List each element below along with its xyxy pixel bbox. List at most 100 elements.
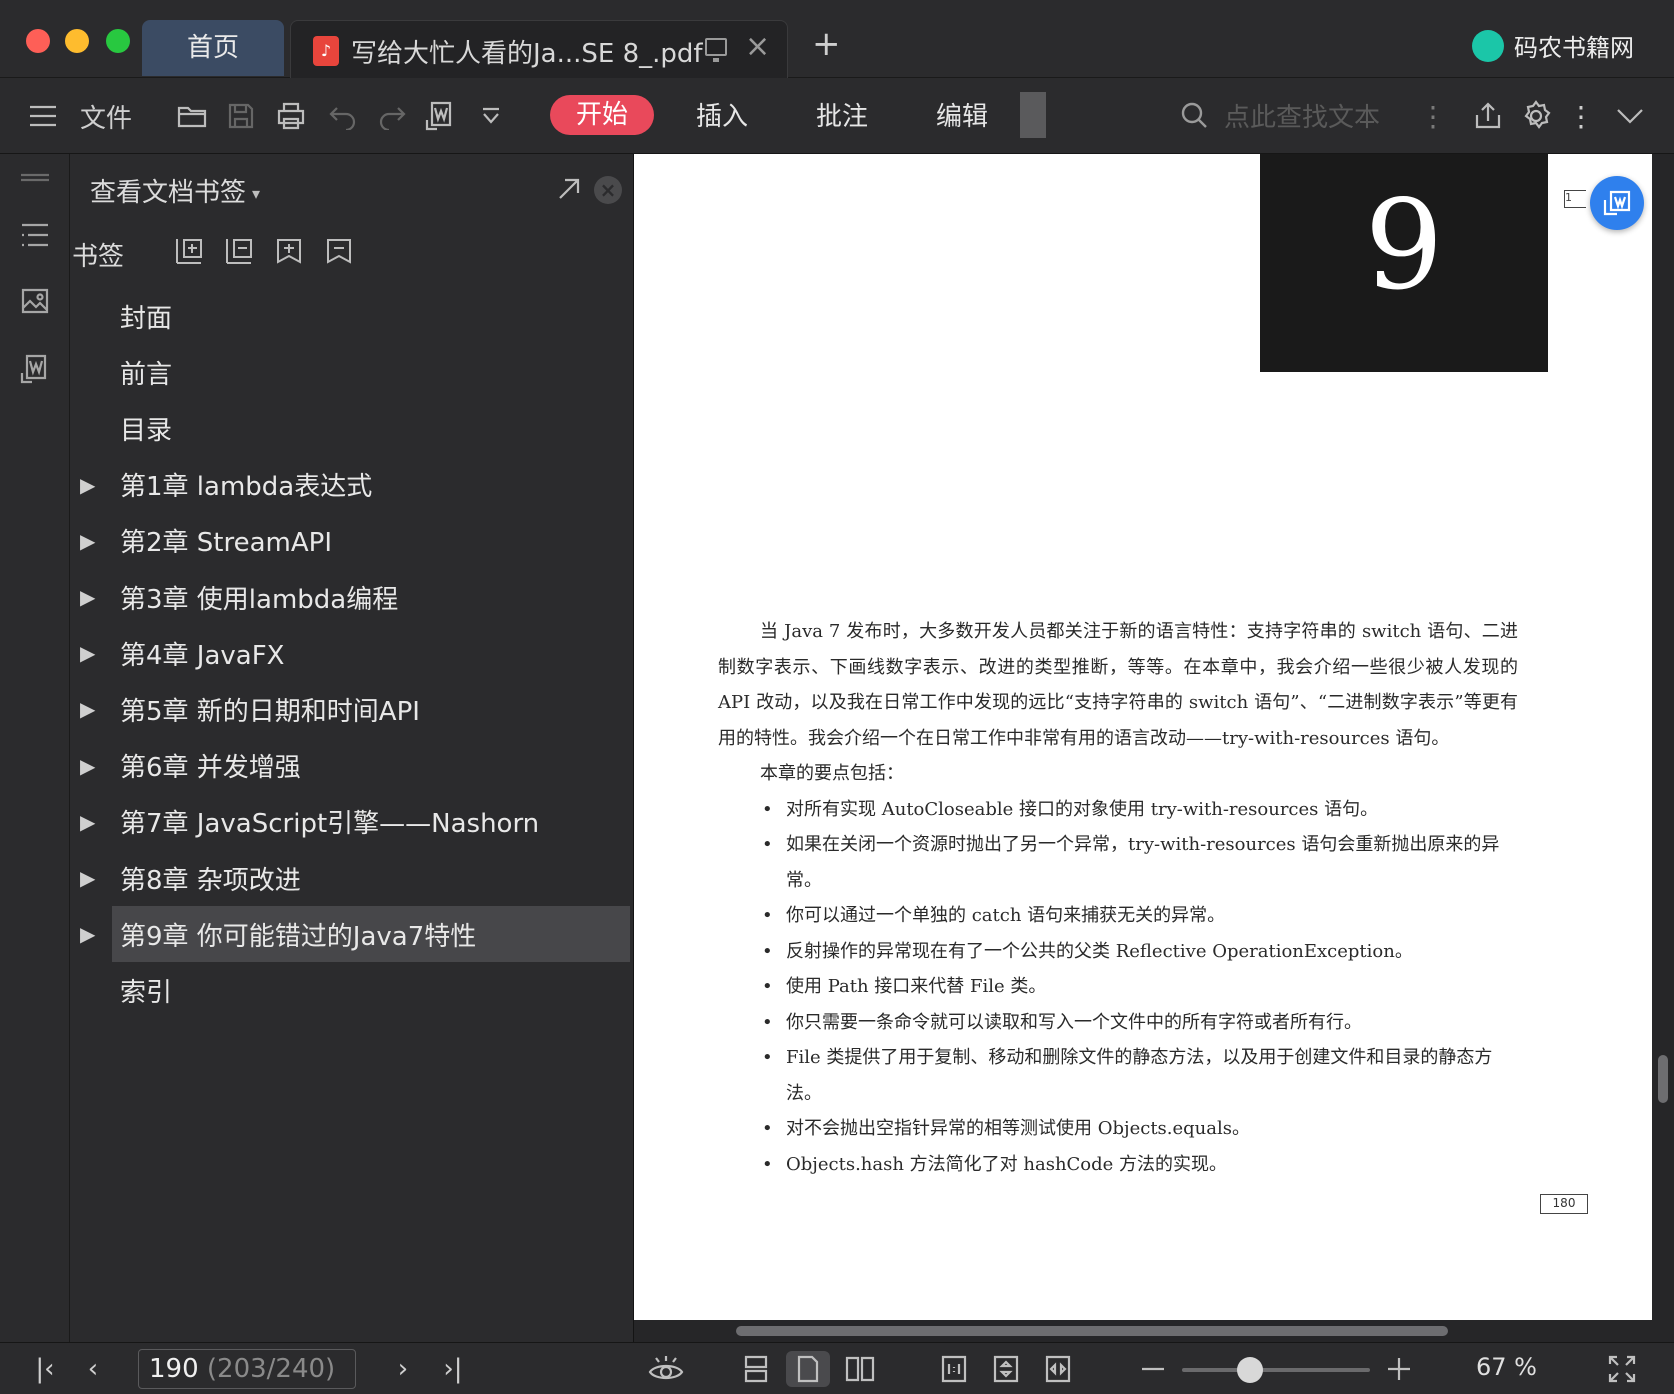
expand-arrow-icon[interactable]: ▶ <box>80 866 95 890</box>
single-page-view-icon[interactable] <box>786 1351 830 1387</box>
tab-start[interactable]: 开始 <box>550 95 654 135</box>
zoom-slider-track[interactable] <box>1182 1368 1370 1372</box>
bookmark-item[interactable]: 封面 <box>112 288 630 344</box>
horizontal-scrollbar[interactable] <box>634 1320 1652 1342</box>
expand-arrow-icon[interactable]: ▶ <box>80 473 95 497</box>
document-tab-title: 写给大忙人看的Ja...SE 8_.pdf <box>351 39 703 69</box>
more-options-icon[interactable]: ⋮ <box>1566 94 1596 138</box>
bookmark-item[interactable]: 前言 <box>112 344 630 400</box>
bookmark-item-label: 第7章 JavaScript引擎——Nashorn <box>120 809 540 840</box>
add-bookmark-icon[interactable] <box>274 236 306 268</box>
zoom-out-icon[interactable] <box>1138 1351 1168 1387</box>
search-input[interactable]: 点此查找文本 <box>1180 92 1440 138</box>
first-page-button[interactable]: |‹ <box>30 1351 60 1387</box>
floating-convert-button[interactable] <box>1590 176 1644 230</box>
bookmark-item-label: 目录 <box>120 415 173 446</box>
file-menu[interactable]: 文件 <box>78 94 134 138</box>
expand-arrow-icon[interactable]: ▶ <box>80 810 95 834</box>
title-bar: 首页 ♪ 写给大忙人看的Ja...SE 8_.pdf × + 码农书籍网 <box>0 0 1674 78</box>
pdf-to-word-icon[interactable] <box>422 94 458 138</box>
ribbon-overflow-tab[interactable] <box>1020 92 1046 138</box>
zoom-level[interactable]: 67 % <box>1476 1353 1537 1381</box>
next-page-button[interactable]: › <box>388 1351 418 1387</box>
pop-out-arrow-icon[interactable] <box>554 174 584 204</box>
page-number-input[interactable]: 190 (203/240) <box>138 1349 356 1389</box>
pdf-to-word-rail-icon[interactable] <box>16 350 54 388</box>
hamburger-menu-icon[interactable] <box>26 94 60 138</box>
expand-all-icon[interactable] <box>174 236 206 268</box>
open-folder-icon[interactable] <box>174 94 210 138</box>
previous-page-button[interactable]: ‹ <box>78 1351 108 1387</box>
collapse-all-icon[interactable] <box>224 236 256 268</box>
key-point-item: 使用 Path 接口来代替 File 类。 <box>718 969 1518 1005</box>
remove-bookmark-icon[interactable] <box>324 236 356 268</box>
undo-icon[interactable] <box>325 94 361 138</box>
monitor-icon[interactable] <box>705 38 727 62</box>
bookmark-item[interactable]: ▶ 第4章 JavaFX <box>80 625 630 681</box>
bookmark-item[interactable]: ▶ 第7章 JavaScript引擎——Nashorn <box>80 794 630 850</box>
continuous-scroll-view-icon[interactable] <box>734 1351 778 1387</box>
key-point-item: 你可以通过一个单独的 catch 语句来捕获无关的异常。 <box>718 898 1518 934</box>
caret-down-icon: ▾ <box>252 184 261 203</box>
close-tab-icon[interactable]: × <box>745 29 770 64</box>
tab-insert[interactable]: 插入 <box>696 96 748 133</box>
pdf-page: 9 1 当 Java 7 发布时，大多数开发人员都关注于新的语言特性：支持字符串… <box>634 154 1652 1320</box>
save-icon[interactable] <box>223 94 259 138</box>
collapse-panel-icon[interactable] <box>16 158 54 196</box>
bookmark-item[interactable]: ▶ 第1章 lambda表达式 <box>80 457 630 513</box>
fullscreen-icon[interactable] <box>1604 1351 1640 1387</box>
zoom-slider-handle[interactable] <box>1236 1357 1263 1383</box>
bookmark-panel-header[interactable]: 查看文档书签 ▾ <box>90 172 260 209</box>
last-page-button[interactable]: ›| <box>436 1351 470 1387</box>
document-viewer[interactable]: 9 1 当 Java 7 发布时，大多数开发人员都关注于新的语言特性：支持字符串… <box>634 154 1674 1342</box>
eye-protection-icon[interactable] <box>646 1351 686 1387</box>
fit-page-icon[interactable] <box>986 1351 1026 1387</box>
print-icon[interactable] <box>273 94 309 138</box>
zoom-in-icon[interactable] <box>1384 1351 1414 1387</box>
close-window-button[interactable] <box>26 29 50 53</box>
bookmark-item[interactable]: ▶ 第3章 使用lambda编程 <box>80 569 630 625</box>
chapter-number-block: 9 <box>1260 154 1548 372</box>
bookmark-panel: 查看文档书签 ▾ × 书签 封面 前言 目录 ▶ 第1章 lambda表达式 ▶ 第2章 St… <box>70 154 634 1342</box>
bookmark-item[interactable]: ▶ 第2章 StreamAPI <box>80 513 630 569</box>
bookmark-item[interactable]: 目录 <box>112 400 630 456</box>
expand-arrow-icon[interactable]: ▶ <box>80 641 95 665</box>
tab-home[interactable]: 首页 <box>142 20 284 76</box>
expand-arrow-icon[interactable]: ▶ <box>80 754 95 778</box>
tab-document[interactable]: ♪ 写给大忙人看的Ja...SE 8_.pdf × <box>290 20 788 78</box>
bookmark-item[interactable]: ▶ 第8章 杂项改进 <box>80 850 630 906</box>
close-panel-icon[interactable]: × <box>594 176 622 204</box>
bookmark-item[interactable]: ▶ 第6章 并发增强 <box>80 738 630 794</box>
bookmark-item[interactable]: 索引 <box>112 962 630 1018</box>
tab-annotate[interactable]: 批注 <box>816 96 868 133</box>
settings-gear-icon[interactable] <box>1518 94 1554 138</box>
bookmark-item[interactable]: ▶ 第9章 你可能错过的Java7特性 <box>80 906 630 963</box>
fit-width-icon[interactable] <box>1038 1351 1078 1387</box>
key-point-item: 反射操作的异常现在有了一个公共的父类 Reflective OperationE… <box>718 934 1518 970</box>
redo-icon[interactable] <box>374 94 410 138</box>
horizontal-scroll-thumb[interactable] <box>735 1326 1449 1336</box>
chevron-down-icon[interactable] <box>1610 94 1650 138</box>
bookmark-item[interactable]: ▶ 第5章 新的日期和时间API <box>80 681 630 737</box>
thumbnail-image-icon[interactable] <box>16 282 54 320</box>
vertical-scroll-thumb[interactable] <box>1658 1054 1668 1103</box>
minimize-window-button[interactable] <box>65 29 89 53</box>
expand-arrow-icon[interactable]: ▶ <box>80 585 95 609</box>
actual-size-icon[interactable] <box>934 1351 974 1387</box>
vertical-scrollbar[interactable] <box>1652 154 1674 1342</box>
expand-arrow-icon[interactable]: ▶ <box>80 922 95 946</box>
key-point-item: 如果在关闭一个资源时抛出了另一个异常，try-with-resources 语句… <box>718 827 1518 898</box>
two-page-view-icon[interactable] <box>838 1351 882 1387</box>
tab-edit[interactable]: 编辑 <box>936 96 988 133</box>
zoom-window-button[interactable] <box>106 29 130 53</box>
outline-list-icon[interactable] <box>16 216 54 254</box>
bookmark-item-label: 第6章 并发增强 <box>120 753 301 784</box>
expand-arrow-icon[interactable]: ▶ <box>80 529 95 553</box>
key-point-item: 你只需要一条命令就可以读取和写入一个文件中的所有字符或者所有行。 <box>718 1005 1518 1041</box>
expand-arrow-icon[interactable]: ▶ <box>80 697 95 721</box>
bookmark-item-label: 第8章 杂项改进 <box>120 865 301 896</box>
share-icon[interactable] <box>1470 94 1506 138</box>
new-tab-button[interactable]: + <box>812 24 841 64</box>
quick-access-dropdown-icon[interactable] <box>474 94 508 138</box>
key-point-item: 对不会抛出空指针异常的相等测试使用 Objects.equals。 <box>718 1111 1518 1147</box>
